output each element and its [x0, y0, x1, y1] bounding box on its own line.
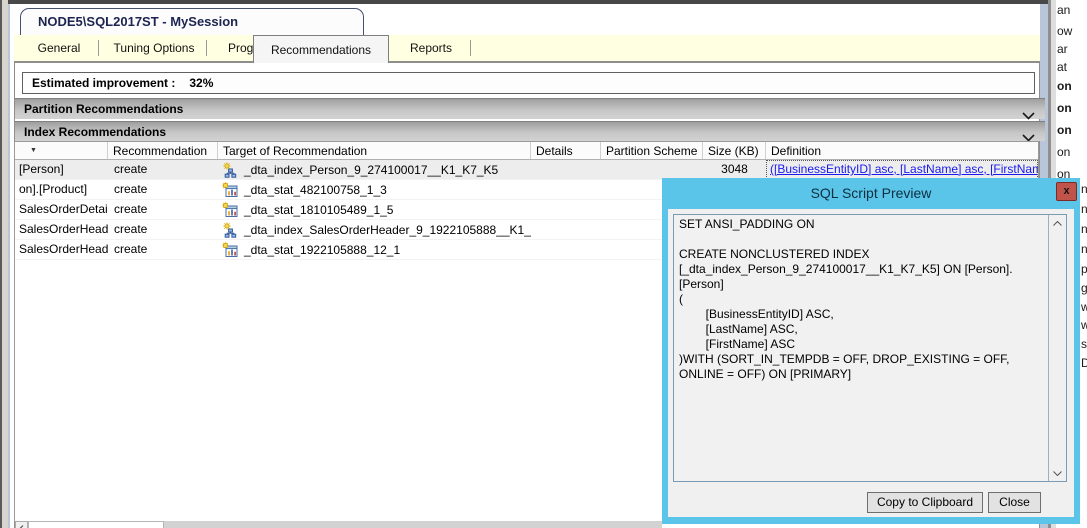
partition-recommendations-header[interactable]: Partition Recommendations — [15, 98, 1045, 120]
estimated-improvement-value: 32% — [189, 76, 214, 90]
cell-details — [531, 240, 601, 259]
statistics-icon — [222, 201, 238, 218]
header-partition-scheme[interactable]: Partition Scheme▼ — [601, 142, 703, 159]
tab-reports[interactable]: Reports — [398, 36, 464, 61]
definition-link[interactable]: ([BusinessEntityID] asc, [LastName] asc,… — [770, 162, 1038, 176]
background-text-fragment: on — [1057, 79, 1072, 93]
cell-target-of-recommendation: _dta_stat_1922105888_12_1 — [218, 240, 531, 259]
cell-target-table: SalesOrderHeader] — [19, 222, 108, 236]
background-text-fragment: on — [1057, 101, 1072, 115]
index-recommendations-header[interactable]: Index Recommendations — [15, 121, 1045, 142]
cell-target-of-recommendation: _dta_stat_1810105489_1_5 — [218, 200, 531, 219]
background-text-fragment: w — [1081, 300, 1087, 314]
background-text-fragment: on — [1057, 123, 1072, 137]
partition-recommendations-label: Partition Recommendations — [24, 102, 184, 116]
cell-recommendation: create — [114, 202, 148, 216]
header-details[interactable]: Details — [531, 142, 601, 159]
tab-tuning-options[interactable]: Tuning Options — [106, 36, 202, 61]
background-text-fragment: ow — [1057, 24, 1073, 38]
sql-script-text: SET ANSI_PADDING ON CREATE NONCLUSTERED … — [679, 217, 1013, 381]
cell-size-kb: 3048 — [721, 162, 748, 176]
background-text-fragment: ar — [1057, 42, 1068, 56]
cell-details — [531, 180, 601, 199]
background-text-fragment: s — [1081, 337, 1087, 351]
sql-script-textbox[interactable]: SET ANSI_PADDING ON CREATE NONCLUSTERED … — [673, 214, 1067, 482]
cell-partition-scheme — [601, 160, 703, 179]
cell-details — [531, 200, 601, 219]
session-tab[interactable]: NODE5\SQL2017ST - MySession — [20, 8, 364, 35]
cell-target-table: on].[Product] — [19, 182, 88, 196]
tab-recommendations[interactable]: Recommendations — [253, 35, 389, 63]
session-tab-label: NODE5\SQL2017ST - MySession — [38, 14, 239, 29]
grid-header-row: ▼ Recommendation▼ Target of Recommendati… — [15, 142, 1038, 160]
background-text-fragment: at — [1057, 60, 1068, 74]
cell-target-table: [Person] — [19, 162, 64, 176]
cell-definition: ([BusinessEntityID] asc, [LastName] asc,… — [766, 160, 1038, 179]
background-text-fragment: g — [1081, 281, 1087, 295]
cell-recommendation: create — [114, 182, 148, 196]
scroll-up-icon[interactable] — [1049, 215, 1066, 231]
tab-divider — [206, 40, 207, 56]
estimated-improvement-bar: Estimated improvement : 32% — [22, 72, 1035, 94]
copy-to-clipboard-button[interactable]: Copy to Clipboard — [867, 492, 983, 513]
cell-details — [531, 160, 601, 179]
header-recommendation[interactable]: Recommendation▼ — [108, 142, 218, 159]
background-text-fragment: D — [1081, 356, 1087, 370]
tab-divider — [470, 40, 471, 56]
cell-target-table: SalesOrderHeader] — [19, 242, 108, 256]
table-row[interactable]: [Person] create _dta_index_Person_9_274100… — [15, 160, 1038, 180]
header-size-kb[interactable]: Size (KB) — [703, 142, 766, 159]
index-recommendations-label: Index Recommendations — [24, 125, 167, 139]
header-definition[interactable]: Definition — [766, 142, 1038, 159]
background-text-fragment: an — [1057, 3, 1071, 17]
cell-target-of-recommendation: _dta_index_Person_9_274100017__K1_K7_K5 — [218, 160, 531, 179]
cell-recommendation: create — [114, 162, 148, 176]
background-text-fragment: n — [1081, 242, 1087, 256]
index-icon — [222, 161, 238, 178]
tab-general[interactable]: General — [24, 36, 94, 61]
scrollbar-thumb[interactable] — [28, 521, 164, 528]
close-button[interactable]: Close — [988, 492, 1041, 513]
background-text-fragment: n — [1081, 182, 1087, 196]
background-text-fragment: n — [1081, 222, 1087, 236]
vertical-scrollbar[interactable] — [1048, 215, 1066, 481]
cell-target-of-recommendation: _dta_stat_482100758_1_3 — [218, 180, 531, 199]
screen: an ow ar at on on on on on n n n n p g w w s D NODE5\SQL20… — [0, 0, 1087, 528]
tab-divider — [98, 40, 99, 56]
background-text-fragment: p — [1081, 262, 1087, 276]
horizontal-scrollbar[interactable] — [15, 521, 662, 528]
statistics-icon — [222, 241, 238, 258]
estimated-improvement-label: Estimated improvement : — [32, 76, 176, 90]
cell-recommendation: create — [114, 222, 148, 236]
header-target-of-recommendation[interactable]: Target of Recommendation — [218, 142, 531, 159]
header-checkbox-column[interactable]: ▼ — [15, 142, 108, 159]
cell-details — [531, 220, 601, 239]
cell-recommendation: create — [114, 242, 148, 256]
dialog-title: SQL Script Preview — [810, 185, 932, 201]
scroll-down-icon[interactable] — [1049, 465, 1066, 481]
statistics-icon — [222, 181, 238, 198]
filter-dropdown-icon[interactable]: ▼ — [30, 143, 37, 159]
background-text-fragment: n — [1081, 202, 1087, 216]
cell-target-table: SalesOrderDetail] — [19, 202, 108, 216]
close-icon[interactable]: x — [1056, 182, 1077, 201]
index-icon — [222, 221, 238, 238]
scroll-left-button[interactable] — [15, 521, 28, 528]
background-text-fragment: w — [1081, 318, 1087, 332]
cell-target-of-recommendation: _dta_index_SalesOrderHeader_9_1922105888… — [218, 220, 531, 239]
background-text-fragment: on — [1057, 145, 1071, 159]
